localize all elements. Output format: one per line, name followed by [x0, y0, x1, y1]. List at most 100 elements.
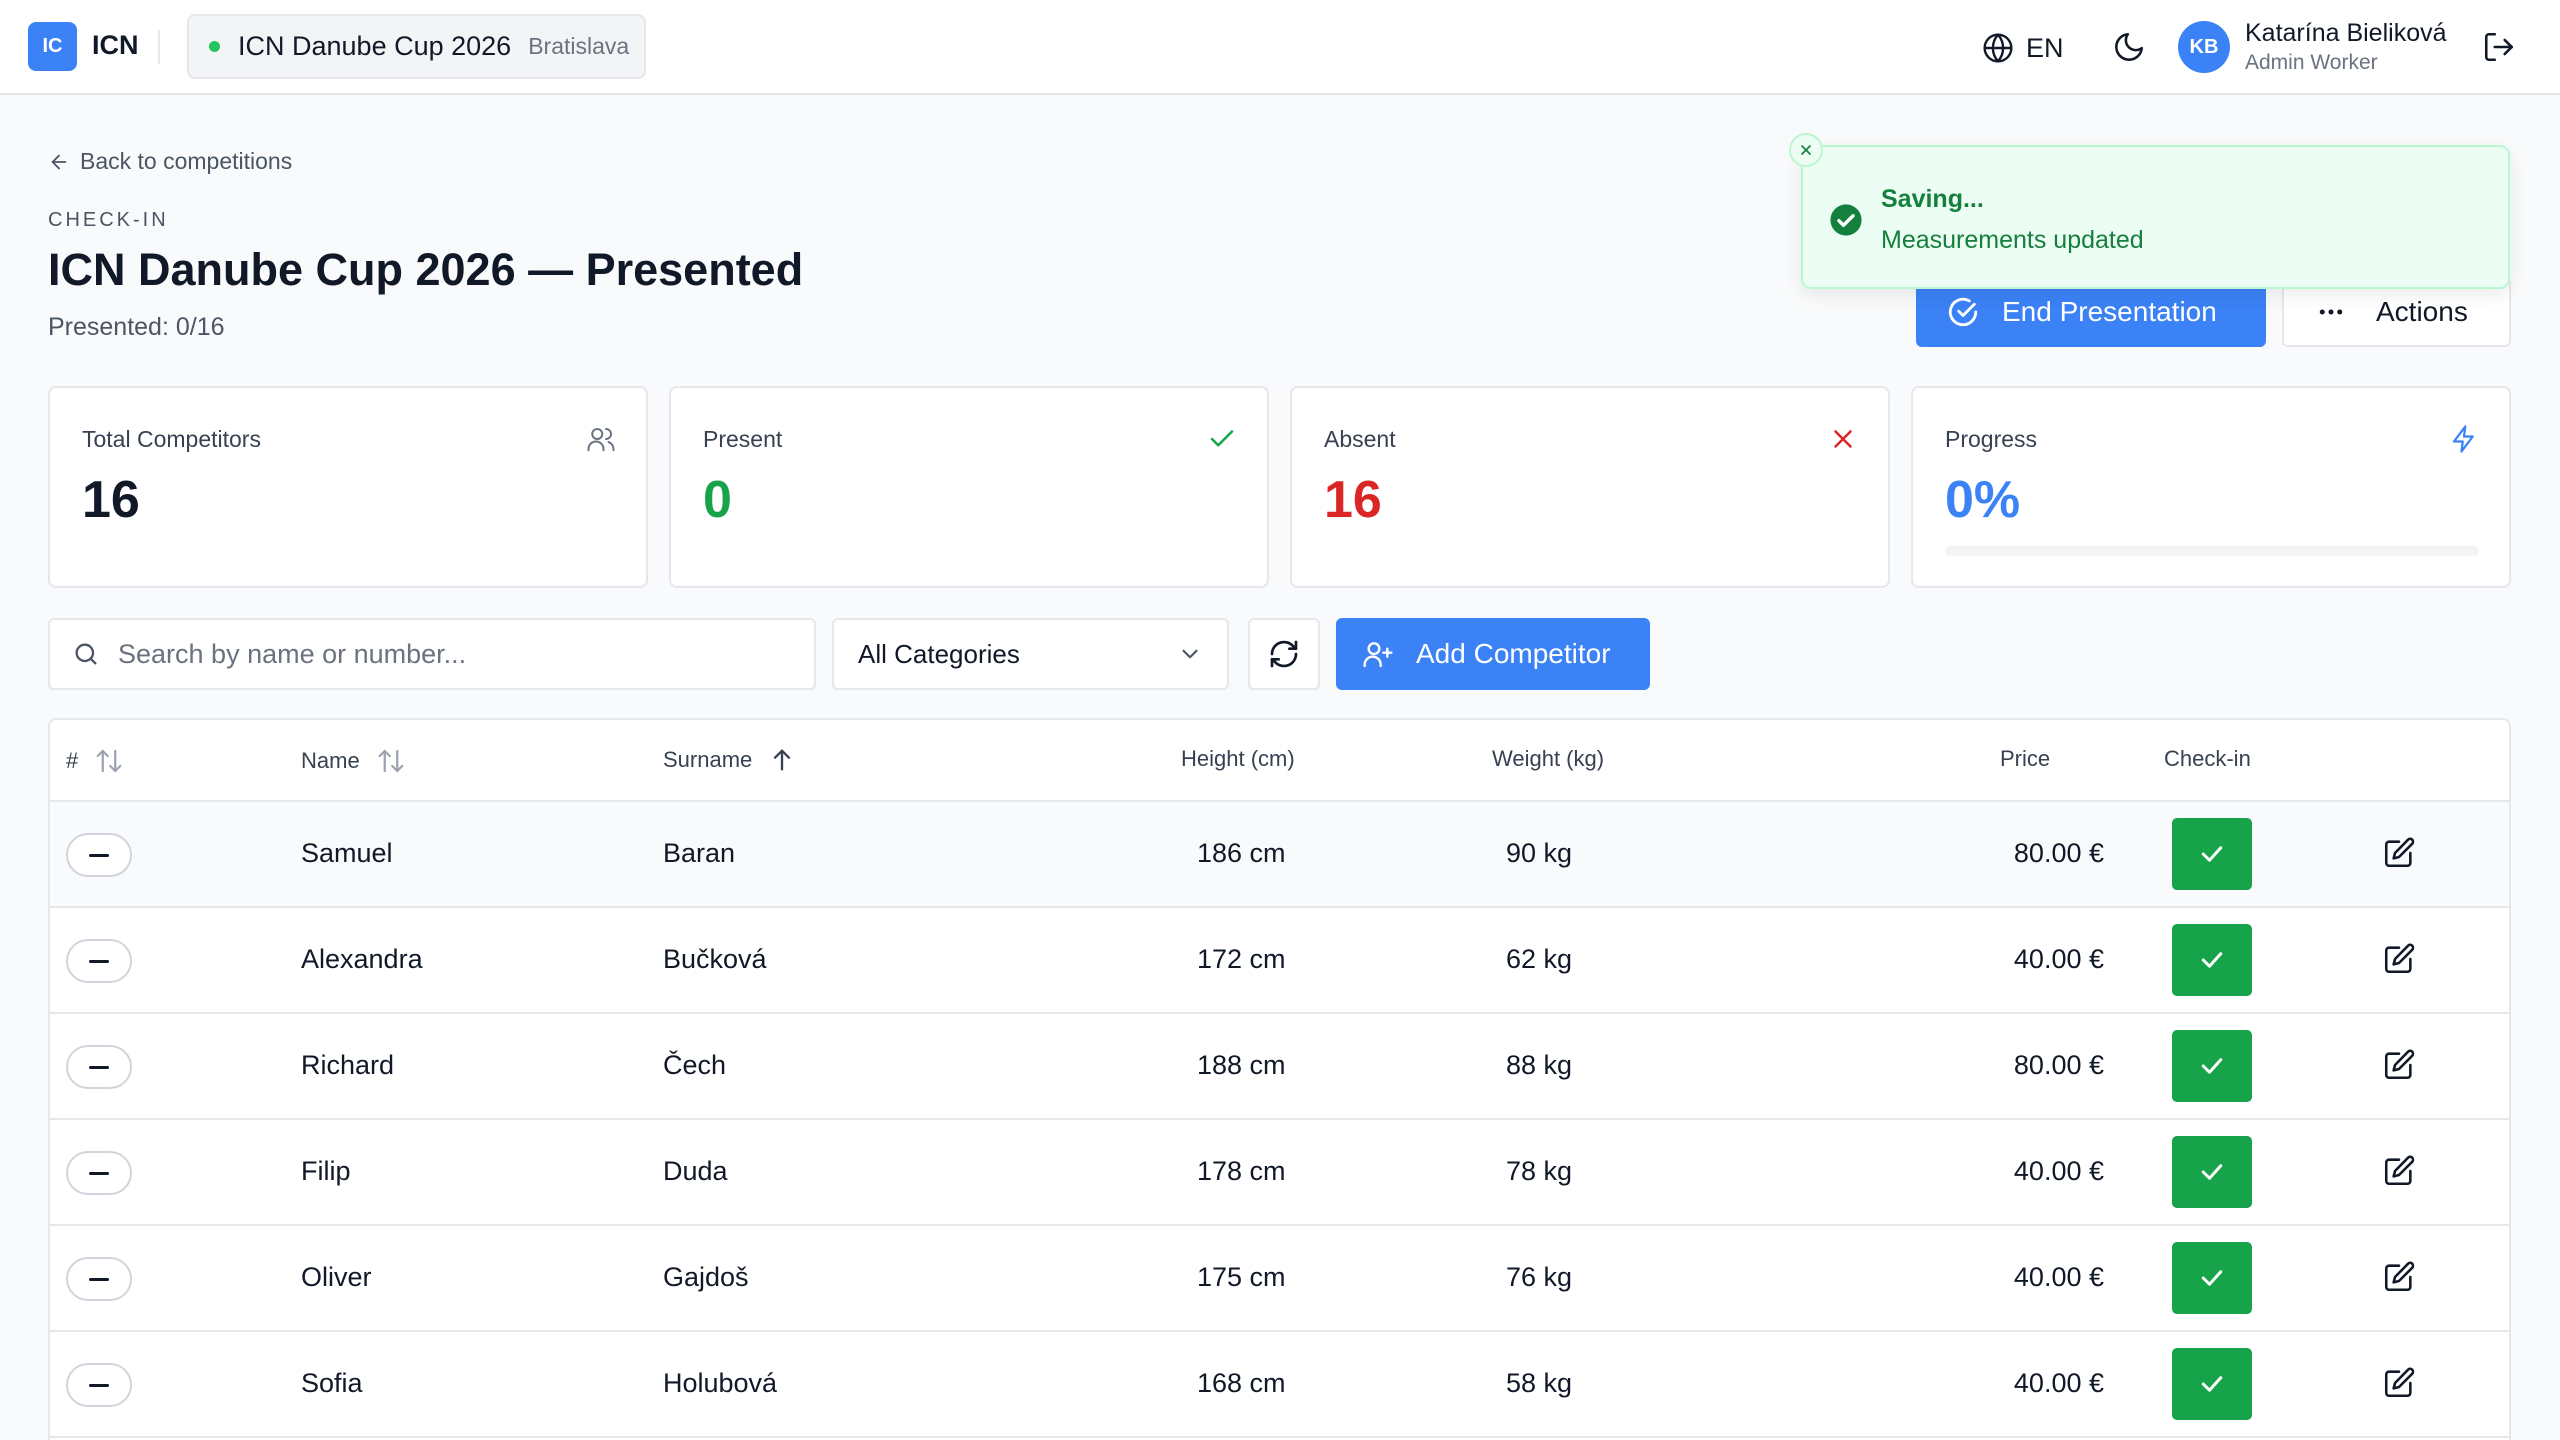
cell-weight: 88 kg	[1506, 1050, 1573, 1080]
edit-icon	[2384, 1367, 2415, 1398]
logo-text[interactable]: ICN	[92, 30, 139, 61]
cell-surname: Gajdoš	[663, 1262, 749, 1292]
checkin-button[interactable]	[2172, 924, 2252, 996]
table-row: Oliver Gajdoš 175 cm 76 kg 40.00 €	[50, 1226, 2509, 1332]
cell-height: 175 cm	[1197, 1262, 1286, 1292]
column-header-surname[interactable]: Surname	[663, 746, 796, 774]
edit-button[interactable]	[2382, 1154, 2418, 1190]
stat-value: 16	[82, 471, 140, 529]
competition-chip[interactable]: ICN Danube Cup 2026 Bratislava	[187, 14, 646, 79]
table-row: Filip Duda 178 cm 78 kg 40.00 €	[50, 1120, 2509, 1226]
checkin-button[interactable]	[2172, 1136, 2252, 1208]
cell-surname: Čech	[663, 1050, 727, 1080]
globe-icon	[1983, 33, 2013, 63]
table-row: Richard Čech 188 cm 88 kg 80.00 €	[50, 1014, 2509, 1120]
column-header-name[interactable]: Name	[301, 746, 406, 776]
language-button[interactable]: EN	[1982, 28, 2064, 68]
competitor-number-button[interactable]	[66, 1363, 132, 1407]
end-presentation-label: End Presentation	[2002, 296, 2217, 327]
cell-price: 40.00 €	[2013, 1156, 2104, 1186]
cell-height: 172 cm	[1197, 944, 1286, 974]
edit-button[interactable]	[2382, 836, 2418, 872]
checkin-button[interactable]	[2172, 818, 2252, 890]
competitor-number-button[interactable]	[66, 1151, 132, 1195]
cell-price: 40.00 €	[2013, 1262, 2104, 1292]
zap-icon	[2452, 425, 2474, 453]
toast-notification: Saving... Measurements updated	[1789, 133, 2510, 289]
toast-message: Measurements updated	[1881, 226, 2144, 254]
language-label: EN	[2026, 32, 2064, 63]
back-link-label: Back to competitions	[80, 148, 293, 174]
edit-icon	[2384, 943, 2415, 974]
more-horizontal-icon	[2319, 309, 2343, 315]
sort-ascending-icon	[774, 749, 791, 771]
cell-surname: Duda	[663, 1156, 728, 1186]
page-title: ICN Danube Cup 2026 — Presented	[48, 244, 804, 295]
toast-close-button[interactable]	[1789, 133, 1823, 167]
edit-button[interactable]	[2382, 1260, 2418, 1296]
column-header-label: Price	[2000, 746, 2051, 771]
x-icon	[1834, 430, 1852, 448]
status-dot-icon	[209, 41, 220, 52]
cell-name: Richard	[301, 1050, 395, 1080]
category-select[interactable]: All Categories	[832, 618, 1229, 690]
stat-value: 0	[703, 471, 732, 529]
refresh-icon	[1270, 640, 1298, 668]
check-icon	[2201, 1270, 2223, 1286]
edit-button[interactable]	[2382, 1048, 2418, 1084]
column-header-label: Name	[301, 748, 360, 773]
cell-weight: 78 kg	[1506, 1156, 1573, 1186]
edit-button[interactable]	[2382, 942, 2418, 978]
checkin-button[interactable]	[2172, 1242, 2252, 1314]
check-icon	[2201, 952, 2223, 968]
stat-value: 16	[1324, 471, 1382, 529]
check-icon	[2201, 846, 2223, 862]
add-competitor-button[interactable]: Add Competitor	[1336, 618, 1650, 690]
logo-badge[interactable]: IC	[28, 22, 77, 71]
cell-price: 80.00 €	[2013, 838, 2104, 868]
checkin-button[interactable]	[2172, 1030, 2252, 1102]
column-header-price: Price	[2000, 746, 2050, 772]
column-header-label: #	[66, 748, 79, 773]
edit-button[interactable]	[2382, 1366, 2418, 1402]
logout-button[interactable]	[2482, 30, 2518, 66]
competitor-number-button[interactable]	[66, 833, 132, 877]
column-header-label: Check-in	[2164, 746, 2251, 771]
actions-label: Actions	[2376, 296, 2468, 327]
edit-icon	[2384, 1155, 2415, 1186]
back-to-competitions-link[interactable]: Back to competitions	[48, 148, 292, 175]
toast-title: Saving...	[1881, 185, 1984, 213]
stat-label: Progress	[1945, 426, 2038, 452]
competitor-number-button[interactable]	[66, 1257, 132, 1301]
user-role: Admin Worker	[2245, 51, 2378, 74]
column-header-label: Height (cm)	[1181, 746, 1295, 771]
stat-card-progress: Progress 0%	[1911, 386, 2511, 588]
arrow-left-icon	[51, 154, 67, 169]
cell-name: Oliver	[301, 1262, 372, 1292]
presented-count: Presented: 0/16	[48, 313, 225, 341]
competition-name: ICN Danube Cup 2026	[238, 31, 512, 61]
column-header-label: Weight (kg)	[1492, 746, 1605, 771]
cell-height: 178 cm	[1197, 1156, 1286, 1186]
table-row: Sofia Holubová 168 cm 58 kg 40.00 €	[50, 1332, 2509, 1438]
cell-weight: 62 kg	[1506, 944, 1573, 974]
competitor-number-button[interactable]	[66, 939, 132, 983]
theme-toggle[interactable]	[2112, 30, 2148, 66]
competitor-number-button[interactable]	[66, 1045, 132, 1089]
users-icon	[587, 428, 615, 452]
cell-height: 168 cm	[1197, 1368, 1286, 1398]
close-icon	[1801, 145, 1811, 155]
table-row: Samuel Baran 186 cm 90 kg 80.00 €	[50, 802, 2509, 908]
checkin-button[interactable]	[2172, 1348, 2252, 1420]
search-input[interactable]	[118, 638, 778, 670]
cell-surname: Holubová	[663, 1368, 778, 1398]
column-header-label: Surname	[663, 747, 753, 772]
column-header-number[interactable]: #	[66, 746, 124, 776]
cell-surname: Baran	[663, 838, 736, 868]
cell-weight: 58 kg	[1506, 1368, 1573, 1398]
sort-icon	[96, 749, 122, 773]
search-icon	[75, 643, 97, 665]
cell-height: 186 cm	[1197, 838, 1286, 868]
avatar[interactable]: KB	[2178, 21, 2230, 73]
refresh-button[interactable]	[1248, 618, 1320, 690]
